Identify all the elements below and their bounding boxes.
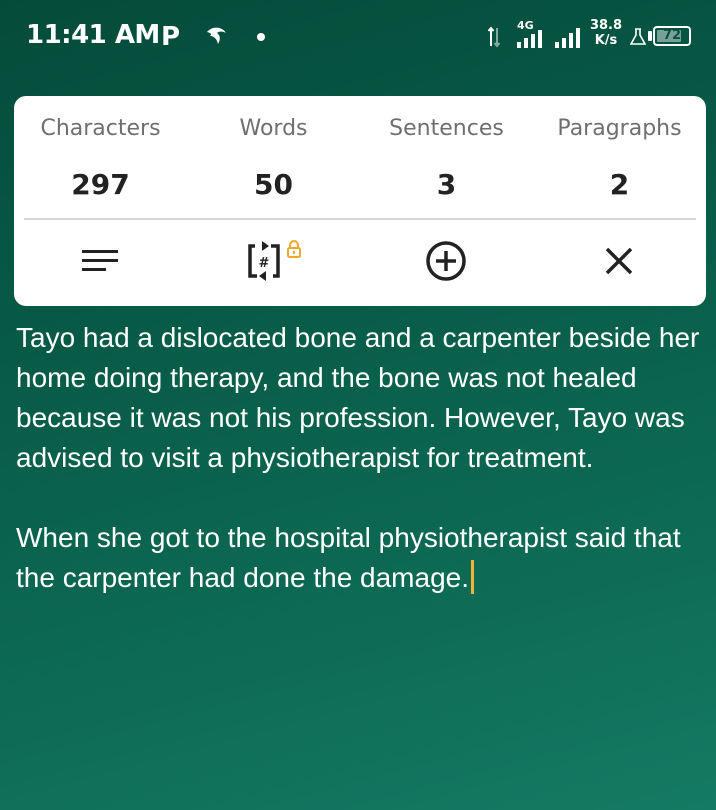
bird-app-icon: [207, 27, 226, 44]
stat-value-sentences: 3: [436, 168, 457, 201]
stat-label-paragraphs: Paragraphs: [557, 116, 682, 141]
status-time: 11:41 AM: [26, 20, 160, 50]
p-app-icon: P: [161, 22, 181, 52]
stat-value-characters: 297: [71, 168, 130, 201]
paragraph-text: When she got to the hospital physiothera…: [16, 522, 681, 593]
stat-label-characters: Characters: [40, 116, 161, 141]
close-icon: [605, 247, 633, 275]
flask-icon: [630, 28, 646, 45]
add-circle-icon: [426, 241, 466, 281]
text-editor[interactable]: Tayo had a dislocated bone and a carpent…: [16, 318, 708, 598]
data-arrows-icon: [488, 26, 500, 48]
add-button[interactable]: [421, 236, 471, 286]
network-speed: 38.8 K/s: [588, 18, 624, 48]
paragraph: When she got to the hospital physiothera…: [16, 518, 708, 598]
notification-dot-icon: [257, 33, 265, 41]
format-lines-icon: [82, 250, 118, 271]
battery-level: 72: [662, 28, 682, 43]
signal-icon: [517, 30, 542, 48]
signal-icon-secondary: [555, 28, 580, 48]
convert-button[interactable]: #: [242, 236, 292, 286]
svg-text:#: #: [259, 256, 270, 271]
lock-icon: [287, 240, 301, 258]
stat-label-sentences: Sentences: [389, 116, 504, 141]
stat-label-words: Words: [239, 116, 308, 141]
stats-card: Characters 297 Words 50 Sentences 3 Para…: [14, 96, 706, 306]
stat-value-words: 50: [254, 168, 293, 201]
network-speed-value: 38.8: [589, 18, 623, 33]
network-speed-unit: K/s: [594, 33, 618, 48]
format-text-button[interactable]: [75, 236, 125, 286]
paragraph-text: Tayo had a dislocated bone and a carpent…: [16, 322, 700, 473]
card-divider: [24, 218, 696, 220]
close-button[interactable]: [594, 236, 644, 286]
text-cursor: [471, 560, 475, 594]
hash-convert-icon: #: [248, 241, 280, 281]
stat-value-paragraphs: 2: [609, 168, 630, 201]
battery-tip: [648, 31, 652, 41]
status-bar: 11:41 AM P 4G 38.8 K/s 72: [0, 0, 716, 80]
paragraph: Tayo had a dislocated bone and a carpent…: [16, 318, 708, 478]
